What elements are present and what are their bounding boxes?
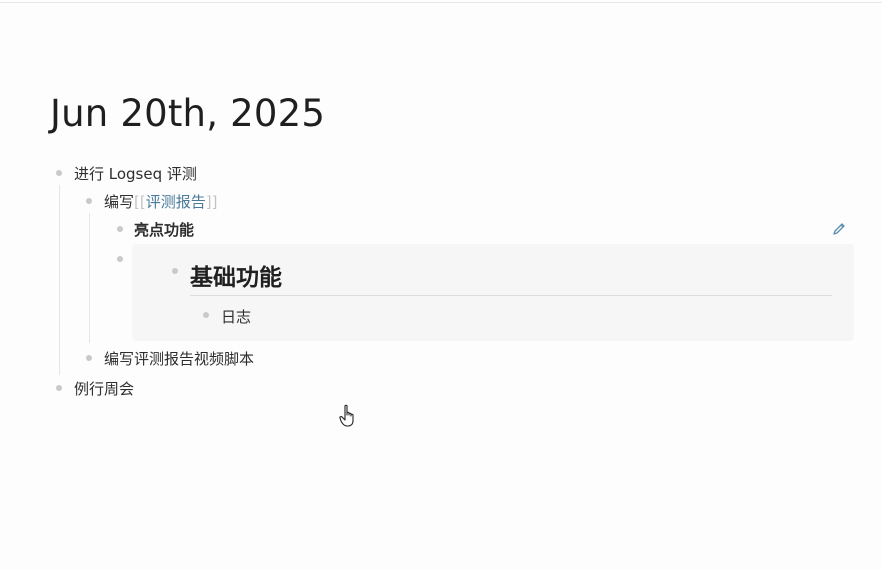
pencil-icon[interactable] — [832, 222, 846, 236]
children-guide-line — [89, 213, 90, 343]
block[interactable]: 例行周会 — [74, 378, 134, 399]
page-ref-bracket: ]] — [205, 192, 218, 211]
block-text[interactable]: 亮点功能 — [134, 219, 194, 240]
block-bullet[interactable] — [203, 312, 209, 318]
heading-underline — [190, 295, 832, 296]
block[interactable]: 亮点功能 — [134, 219, 194, 240]
block-text[interactable]: 进行 Logseq 评测 — [74, 163, 197, 184]
block[interactable]: 日志 — [221, 306, 251, 327]
block-text[interactable]: 编写 — [104, 191, 134, 212]
block[interactable]: 编写 [[ 评测报告 ]] — [104, 191, 217, 212]
block[interactable]: 进行 Logseq 评测 — [74, 163, 197, 184]
block[interactable]: 编写评测报告视频脚本 — [104, 348, 254, 369]
block-bullet[interactable] — [117, 256, 123, 262]
block-bullet[interactable] — [86, 198, 92, 204]
block-bullet[interactable] — [56, 385, 62, 391]
block-bullet[interactable] — [172, 268, 178, 274]
block-text[interactable]: 例行周会 — [74, 378, 134, 399]
block-bullet[interactable] — [117, 226, 123, 232]
top-divider — [0, 2, 882, 3]
block-text[interactable]: 编写评测报告视频脚本 — [104, 348, 254, 369]
children-guide-line — [59, 185, 60, 375]
block-text[interactable]: 日志 — [221, 306, 251, 327]
page-ref-link[interactable]: 评测报告 — [146, 191, 206, 212]
embed-heading[interactable]: 基础功能 — [190, 258, 282, 292]
block-bullet[interactable] — [86, 355, 92, 361]
hand-pointer-cursor-icon — [339, 404, 354, 427]
block-bullet[interactable] — [56, 170, 62, 176]
page-ref-bracket: [[ — [134, 192, 146, 211]
page-title[interactable]: Jun 20th, 2025 — [50, 92, 325, 135]
